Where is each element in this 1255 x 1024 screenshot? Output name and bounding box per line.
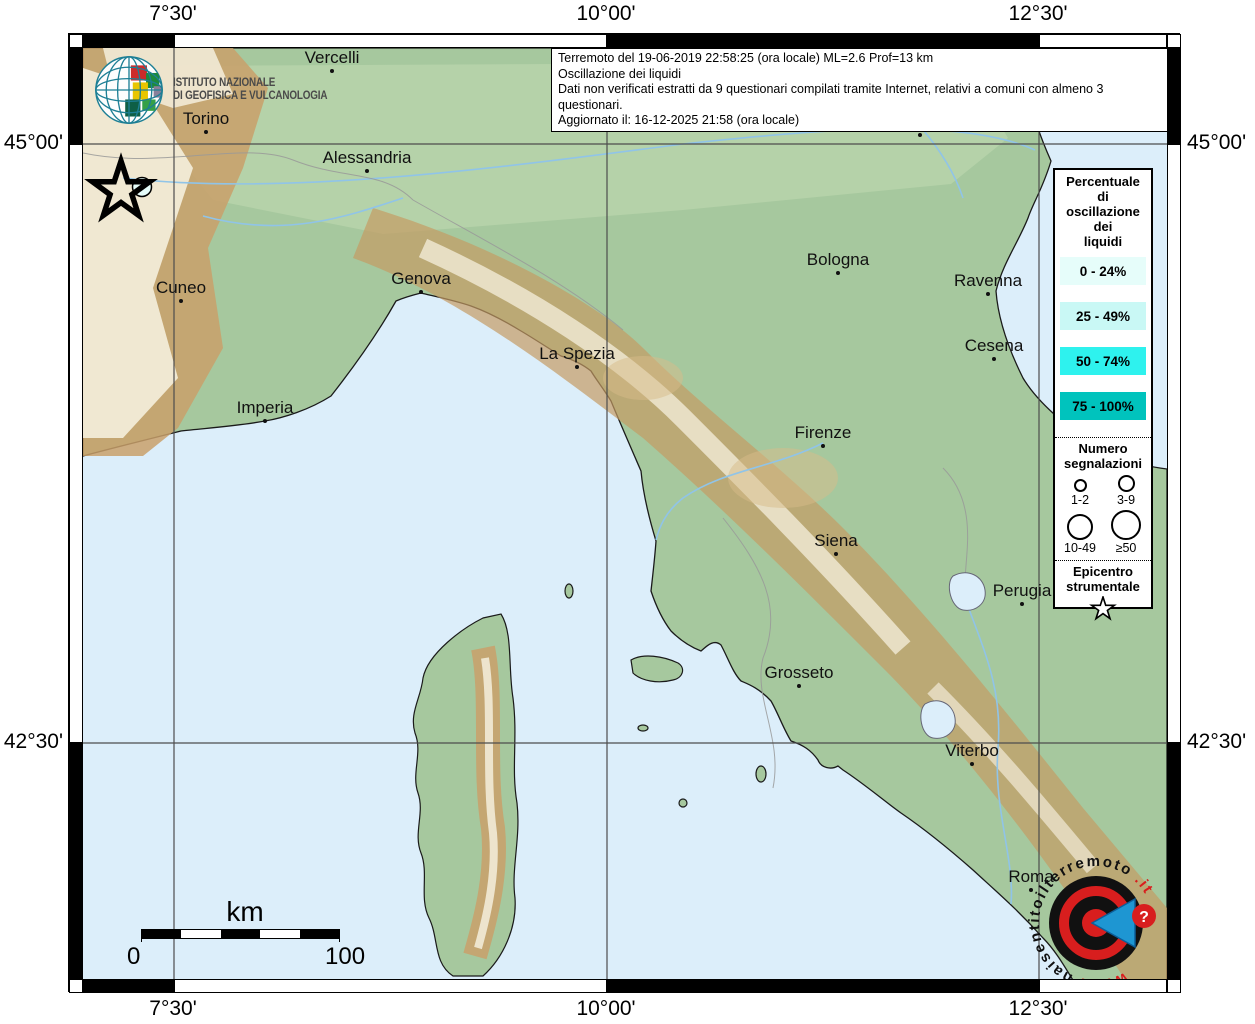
city-label-la-spezia: La Spezia: [539, 344, 615, 363]
city-label-perugia: Perugia: [992, 581, 1052, 600]
coord-bottom-12°30': 12°30': [1008, 997, 1068, 1020]
terrain-map-svg: [83, 48, 1167, 979]
legend-panel: Percentuale di oscillazione dei liquidi …: [1053, 168, 1153, 621]
city-dot: [179, 299, 183, 303]
circle-size-icon: [1111, 510, 1141, 540]
scalebar-end: 100: [325, 943, 366, 970]
coord-right-42°30': 42°30': [1187, 730, 1247, 753]
coord-bottom-10°00': 10°00': [576, 997, 636, 1020]
coord-top-12°30': 12°30': [1008, 2, 1068, 25]
coord-top-7°30': 7°30': [149, 2, 197, 25]
legend-title: dei: [1093, 219, 1113, 234]
legend-title: di: [1097, 189, 1109, 204]
city-dot: [918, 133, 922, 137]
city-dot: [992, 357, 996, 361]
city-label-alessandria: Alessandria: [322, 148, 412, 167]
legend-circle-item: ≥50: [1103, 510, 1149, 555]
city-label-viterbo: Viterbo: [945, 741, 999, 760]
map-neatline-frame: Terremoto del 19-06-2019 22:58:25 (ora l…: [68, 33, 1181, 993]
circle-size-icon: [1067, 514, 1093, 540]
city-dot: [575, 365, 579, 369]
coord-bottom-7°30': 7°30': [149, 997, 197, 1020]
info-line-1: Terremoto del 19-06-2019 22:58:25 (ora l…: [558, 51, 934, 65]
legend-swatch: 75 - 100%: [1060, 392, 1146, 420]
legend-swatch: 25 - 49%: [1060, 302, 1146, 330]
city-label-genova: Genova: [391, 269, 451, 288]
legend-epicenter-title: Epicentro: [1073, 564, 1133, 579]
city-dot: [986, 292, 990, 296]
ingv-globe-icon: [95, 56, 163, 124]
legend-separator: [1055, 560, 1151, 561]
circle-size-label: 1-2: [1070, 493, 1090, 507]
tuscan-hills: [728, 448, 838, 508]
city-label-ravenna: Ravenna: [953, 271, 1023, 290]
circle-size-icon: [1073, 479, 1087, 492]
legend-title: liquidi: [1083, 234, 1123, 249]
city-label-cuneo: Cuneo: [155, 278, 207, 297]
event-info-box: Terremoto del 19-06-2019 22:58:25 (ora l…: [551, 48, 1167, 132]
legend-title: Percentuale: [1066, 174, 1140, 189]
city-label-bologna: Bologna: [806, 250, 870, 269]
info-line-2: Oscillazione dei liquidi: [558, 66, 681, 81]
screenshot-root: { "coordinates": { "top": [{"label":"7°3…: [0, 0, 1255, 1024]
city-dot: [1029, 888, 1033, 892]
scalebar-start: 0: [127, 943, 141, 970]
scalebar: [141, 929, 340, 942]
legend-numero-title: Numero: [1078, 441, 1128, 456]
pianosa: [637, 724, 649, 732]
scalebar-unit: km: [226, 896, 264, 927]
city-dot: [797, 684, 801, 688]
circle-size-label: ≥50: [1115, 541, 1137, 555]
city-dot: [970, 762, 974, 766]
montecristo: [678, 798, 688, 808]
city-label-firenze: Firenze: [794, 423, 852, 442]
circle-size-label: 10-49: [1064, 541, 1096, 555]
legend-star-icon: [1055, 594, 1151, 627]
legend-epicenter-title: strumentale: [1066, 579, 1140, 594]
legend-title: oscillazione: [1066, 204, 1140, 219]
city-label-cesena: Cesena: [964, 336, 1024, 355]
city-dot: [836, 271, 840, 275]
city-dot: [263, 419, 267, 423]
coord-top-10°00': 10°00': [576, 2, 636, 25]
city-label-imperia: Imperia: [236, 398, 294, 417]
city-dot: [821, 444, 825, 448]
legend-swatches: 0 - 24% 25 - 49% 50 - 74% 75 - 100%: [1055, 257, 1151, 420]
info-line-3: Dati non verificati estratti da 9 questi…: [558, 82, 1104, 112]
city-label-siena: Siena: [814, 531, 858, 550]
legend-circle-item: 10-49: [1057, 510, 1103, 555]
legend-circle-item: 1-2: [1057, 475, 1103, 507]
city-dot: [419, 290, 423, 294]
city-label-roma: Roma: [1008, 867, 1054, 886]
ingv-name-line2: DI GEOFISICA E VULCANOLOGIA: [173, 90, 328, 102]
legend-numero-title: segnalazioni: [1063, 456, 1143, 471]
coord-left-42°30': 42°30': [3, 730, 63, 753]
legend-circle-sizes: 1-2 3-9 10-49 ≥50: [1057, 475, 1149, 558]
city-label-grosseto: Grosseto: [764, 663, 834, 682]
giglio: [755, 765, 767, 783]
legend-swatch: 0 - 24%: [1060, 257, 1146, 285]
capraia: [564, 583, 574, 599]
city-dot: [365, 169, 369, 173]
coord-right-45°00': 45°00': [1187, 131, 1247, 154]
legend-separator: [1055, 437, 1151, 438]
legend-swatch: 50 - 74%: [1060, 347, 1146, 375]
info-line-4: Aggiornato il: 16-12-2025 21:58 (ora loc…: [558, 113, 800, 128]
coord-left-45°00': 45°00': [3, 131, 63, 154]
city-dot: [1020, 602, 1024, 606]
ingv-name: ISTITUTO NAZIONALE DI GEOFISICA E VULCAN…: [173, 77, 328, 103]
city-dot: [834, 552, 838, 556]
ingv-logo: ISTITUTO NAZIONALE DI GEOFISICA E VULCAN…: [93, 54, 352, 126]
legend-circle-item: 3-9: [1103, 475, 1149, 507]
circle-size-label: 3-9: [1116, 493, 1136, 507]
map-canvas: Terremoto del 19-06-2019 22:58:25 (ora l…: [82, 47, 1168, 980]
ingv-name-line1: ISTITUTO NAZIONALE: [173, 77, 276, 89]
circle-size-icon: [1117, 475, 1135, 492]
city-dot: [204, 130, 208, 134]
